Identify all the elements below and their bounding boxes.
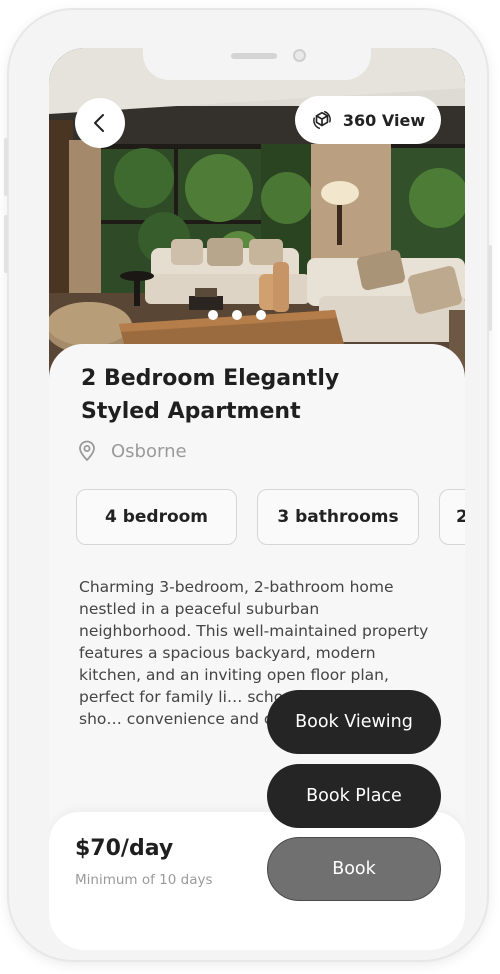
book-place-button[interactable]: Book Place [267, 764, 441, 828]
location-label: Osborne [111, 440, 187, 462]
360-view-button[interactable]: 360 View [295, 96, 441, 144]
phone-notch [143, 48, 371, 80]
speaker-icon [231, 53, 277, 59]
minimum-stay-label: Minimum of 10 days [75, 872, 213, 888]
phone-frame: 360 View 2 Bedroom Elegantly Styled Apar… [4, 10, 492, 960]
map-pin-icon [79, 440, 95, 461]
gallery-dot[interactable] [208, 310, 218, 320]
chevron-left-icon [94, 114, 104, 132]
listing-title: 2 Bedroom Elegantly Styled Apartment [81, 366, 340, 424]
feature-chips: 4 bedroom 3 bathrooms 2 [76, 489, 465, 545]
cube-360-icon [313, 111, 331, 129]
book-viewing-button[interactable]: Book Viewing [267, 690, 441, 754]
phone-side-button-left [4, 138, 8, 196]
feature-chip-bedrooms[interactable]: 4 bedroom [76, 489, 237, 545]
property-photo[interactable]: 360 View [49, 48, 465, 388]
gallery-dot[interactable] [232, 310, 242, 320]
phone-side-button-left-lower [4, 215, 8, 273]
camera-icon [293, 49, 306, 62]
gallery-indicator [208, 310, 266, 320]
360-view-label: 360 View [342, 110, 426, 130]
gallery-dot[interactable] [256, 310, 266, 320]
back-button[interactable] [75, 98, 125, 148]
app-screen: 360 View 2 Bedroom Elegantly Styled Apar… [49, 48, 465, 950]
feature-chip-bathrooms[interactable]: 3 bathrooms [257, 489, 419, 545]
feature-chip-partial[interactable]: 2 [439, 489, 465, 545]
price-label: $70/day [75, 836, 174, 861]
book-button[interactable]: Book [267, 837, 441, 901]
phone-side-button-right [488, 245, 492, 331]
location: Osborne [77, 440, 187, 462]
